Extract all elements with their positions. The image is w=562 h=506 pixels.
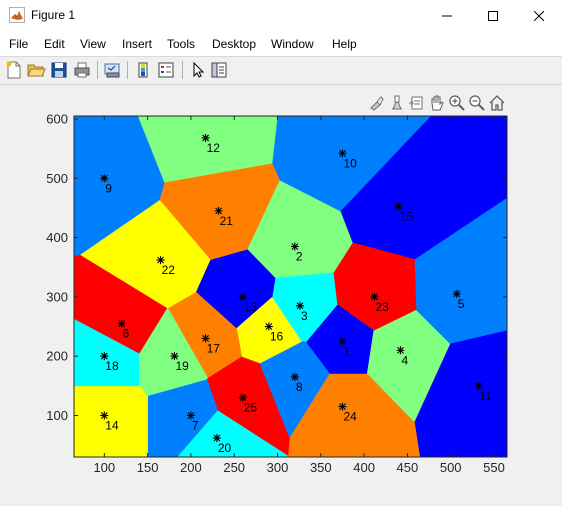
menu-edit[interactable]: Edit bbox=[44, 37, 65, 51]
toolbar-separator bbox=[182, 61, 183, 79]
menu-desktop[interactable]: Desktop bbox=[212, 37, 256, 51]
brush-icon[interactable] bbox=[368, 94, 386, 112]
figure-canvas bbox=[0, 85, 562, 506]
insert-colorbar-icon[interactable] bbox=[133, 60, 153, 80]
menu-view[interactable]: View bbox=[80, 37, 106, 51]
minimize-button[interactable] bbox=[424, 0, 470, 31]
title-bar: Figure 1 bbox=[0, 0, 562, 31]
save-icon[interactable] bbox=[49, 60, 69, 80]
edit-plot-icon[interactable] bbox=[187, 60, 207, 80]
link-plot-icon[interactable] bbox=[102, 60, 122, 80]
menu-insert[interactable]: Insert bbox=[122, 37, 152, 51]
zoom-in-icon[interactable] bbox=[448, 94, 466, 112]
close-button[interactable] bbox=[516, 0, 562, 31]
open-file-icon[interactable] bbox=[26, 60, 46, 80]
pan-icon[interactable] bbox=[428, 94, 446, 112]
maximize-button[interactable] bbox=[470, 0, 516, 31]
close-icon bbox=[534, 10, 544, 21]
figure-toolbar bbox=[0, 57, 562, 85]
insert-legend-icon[interactable] bbox=[156, 60, 176, 80]
minimize-icon bbox=[442, 15, 452, 16]
toolbar-separator bbox=[97, 61, 98, 79]
menu-help[interactable]: Help bbox=[332, 37, 357, 51]
new-figure-icon[interactable] bbox=[4, 60, 24, 80]
menu-tools[interactable]: Tools bbox=[167, 37, 195, 51]
export-icon[interactable] bbox=[407, 94, 425, 112]
menu-bar: File Edit View Insert Tools Desktop Wind… bbox=[0, 31, 562, 78]
window-title: Figure 1 bbox=[31, 8, 76, 22]
property-inspector-icon[interactable] bbox=[209, 60, 229, 80]
menu-file[interactable]: File bbox=[9, 37, 28, 51]
data-tips-icon[interactable] bbox=[388, 94, 406, 112]
matlab-logo-icon bbox=[9, 7, 25, 23]
zoom-out-icon[interactable] bbox=[468, 94, 486, 112]
toolbar-separator bbox=[127, 61, 128, 79]
home-icon[interactable] bbox=[488, 94, 506, 112]
menu-window[interactable]: Window bbox=[271, 37, 314, 51]
maximize-icon bbox=[488, 10, 498, 21]
print-icon[interactable] bbox=[72, 60, 92, 80]
